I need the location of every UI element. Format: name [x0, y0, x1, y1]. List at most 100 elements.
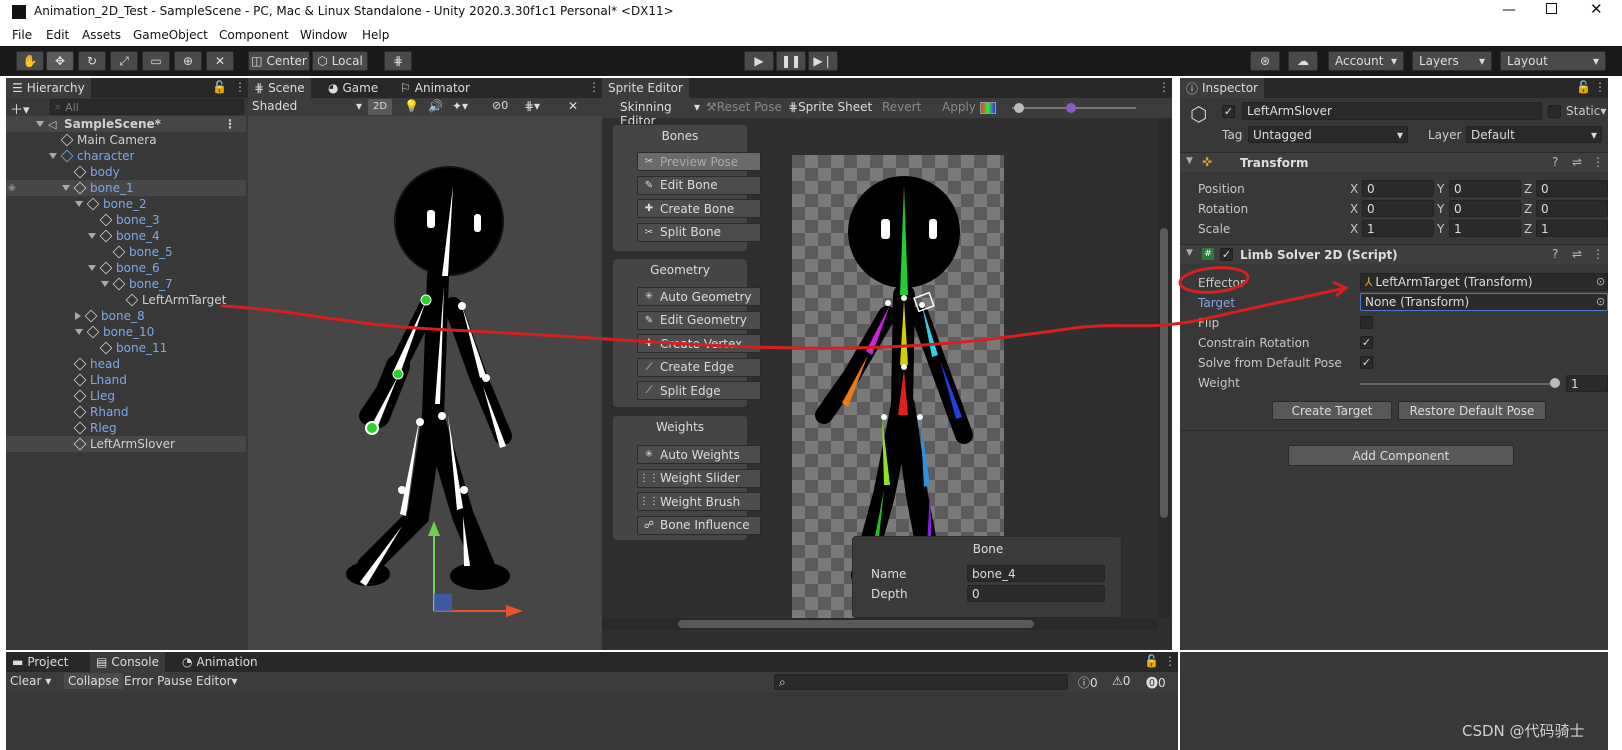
hierarchy-item[interactable]: head [6, 356, 246, 372]
create-target-button[interactable]: Create Target [1272, 401, 1392, 420]
geometry-tool-button[interactable]: ⟋ Create Edge [637, 357, 761, 377]
tab-scene[interactable]: ⋕ Scene [248, 78, 311, 98]
pause-button[interactable]: ❚❚ [776, 51, 806, 71]
menu-assets[interactable]: Assets [82, 28, 121, 42]
weights-tool-button[interactable]: ⋮⋮ Weight Brush [637, 492, 761, 511]
expand-arrow-icon[interactable] [75, 329, 83, 335]
weight-slider-handle[interactable] [1550, 378, 1560, 388]
limb-solver-header[interactable]: ▼ # ✓ Limb Solver 2D (Script) ? ⇌ ⋮ [1180, 244, 1608, 264]
hierarchy-item[interactable]: Lhand [6, 372, 246, 388]
hierarchy-item[interactable]: LeftArmTarget [6, 292, 246, 308]
bones-tool-button[interactable]: ✂ Preview Pose [637, 152, 761, 171]
hierarchy-item[interactable]: bone_1 ◉ [6, 180, 246, 196]
grid-toggle-icon[interactable]: ⋕▾ [524, 99, 540, 113]
tab-animator[interactable]: ⚐ Animator [394, 78, 476, 98]
tab-game[interactable]: ◕ Game [322, 78, 384, 98]
object-picker-icon[interactable]: ⊙ [1596, 275, 1605, 288]
hand-tool-icon[interactable]: ✋ [16, 51, 44, 71]
object-name-input[interactable]: LeftArmSlover [1242, 102, 1542, 120]
maximize-icon[interactable] [1546, 3, 1557, 14]
transform-rot-x-input[interactable]: 0 [1362, 200, 1434, 217]
rotate-tool-icon[interactable]: ↻ [78, 51, 106, 71]
hierarchy-item[interactable]: bone_10 [6, 324, 246, 340]
active-checkbox[interactable]: ✓ [1222, 105, 1235, 118]
bones-tool-button[interactable]: ✂ Split Bone [637, 222, 761, 242]
hierarchy-item[interactable]: Lleg [6, 388, 246, 404]
expand-arrow-icon[interactable] [101, 281, 109, 287]
geometry-tool-button[interactable]: ✚ Create Vertex [637, 334, 761, 353]
custom-tool-icon[interactable]: ✕ [206, 51, 234, 71]
weight-slider[interactable] [1360, 383, 1550, 385]
hierarchy-item[interactable]: Rhand [6, 404, 246, 420]
static-checkbox[interactable] [1548, 105, 1561, 118]
alpha-slider-handle[interactable] [1066, 103, 1076, 113]
static-dropdown[interactable]: Static▾ [1566, 104, 1606, 118]
transform-header[interactable]: ▼ ✜ Transform ? ⇌ ⋮ [1180, 152, 1608, 172]
collapse-toggle[interactable]: Collapse [64, 673, 123, 689]
hierarchy-item[interactable]: bone_11 [6, 340, 246, 356]
expand-arrow-icon[interactable] [62, 185, 70, 191]
close-icon[interactable]: ✕ [1590, 0, 1603, 18]
more-icon[interactable]: ⋮ [1592, 155, 1604, 169]
hierarchy-item[interactable]: bone_7 [6, 276, 246, 292]
move-tool-icon[interactable]: ✥ [46, 51, 74, 71]
bone-name-input[interactable]: bone_4 [967, 565, 1105, 582]
tab-sprite-editor[interactable]: Sprite Editor [602, 78, 689, 98]
zoom-slider-handle[interactable] [1014, 103, 1024, 113]
tab-console[interactable]: ▤ Console [90, 652, 165, 672]
menu-edit[interactable]: Edit [46, 28, 69, 42]
console-search-input[interactable]: ⌕ [774, 674, 1068, 690]
hierarchy-item[interactable]: LeftArmSlover [6, 436, 246, 452]
rect-tool-icon[interactable]: ▭ [142, 51, 170, 71]
grid-snap-icon[interactable]: ⋕ [384, 51, 412, 71]
revert-button[interactable]: Revert [882, 100, 921, 114]
horizontal-scrollbar[interactable] [602, 618, 1158, 630]
tab-inspector[interactable]: ⓘ Inspector [1180, 78, 1264, 98]
effects-icon[interactable]: ✦▾ [452, 99, 468, 113]
menu-file[interactable]: File [12, 28, 32, 42]
horizontal-scrollbar-thumb[interactable] [678, 620, 1034, 628]
tab-project[interactable]: ▬ Project [6, 652, 74, 672]
bone-depth-input[interactable]: 0 [967, 585, 1105, 602]
hierarchy-item[interactable]: body [6, 164, 246, 180]
transform-scl-y-input[interactable]: 1 [1449, 220, 1521, 237]
menu-help[interactable]: Help [362, 28, 389, 42]
tab-animation[interactable]: ◔ Animation [176, 652, 264, 672]
target-field[interactable]: None (Transform) [1360, 293, 1608, 311]
bones-tool-button[interactable]: ✚ Create Bone [637, 199, 761, 218]
bones-tool-button[interactable]: ✎ Edit Bone [637, 175, 761, 195]
preset-icon[interactable]: ⇌ [1572, 155, 1582, 169]
more-icon[interactable]: ⋮ [1164, 654, 1176, 668]
shading-dropdown[interactable]: Shaded ▾ [252, 99, 362, 115]
menu-component[interactable]: Component [219, 28, 289, 42]
weight-input[interactable]: 1 [1566, 375, 1608, 392]
play-button[interactable]: ▶ [744, 51, 774, 71]
transform-pos-x-input[interactable]: 0 [1362, 180, 1434, 197]
cloud-icon[interactable]: ☁ [1288, 51, 1318, 71]
hierarchy-item[interactable]: Main Camera [6, 132, 246, 148]
expand-arrow-icon[interactable] [88, 265, 96, 271]
lock-icon[interactable]: 🔓 [212, 80, 227, 94]
sprite-sheet-button[interactable]: ⋕Sprite Sheet [788, 100, 872, 114]
more-icon[interactable]: ⋮ [224, 117, 236, 131]
hierarchy-item[interactable]: Rleg [6, 420, 246, 436]
object-picker-icon[interactable]: ⊙ [1596, 295, 1605, 308]
hierarchy-item[interactable]: bone_8 [6, 308, 246, 324]
error-count[interactable]: ⓿0 [1146, 674, 1166, 691]
geometry-tool-button[interactable]: ⟋ Split Edge [637, 381, 761, 400]
foldout-icon[interactable]: ▼ [1186, 248, 1193, 258]
geometry-tool-button[interactable]: ✳ Auto Geometry [637, 287, 761, 306]
pivot-center-button[interactable]: ◫ Center [248, 51, 310, 71]
hierarchy-item[interactable]: bone_4 [6, 228, 246, 244]
layers-dropdown[interactable]: Layers ▾ [1412, 51, 1492, 71]
minimize-icon[interactable]: — [1502, 2, 1516, 18]
hierarchy-search-input[interactable]: ⌕ All [50, 99, 244, 115]
expand-arrow-icon[interactable] [88, 233, 96, 239]
restore-default-pose-button[interactable]: Restore Default Pose [1398, 401, 1546, 420]
weights-tool-button[interactable]: ⋮⋮ Weight Slider [637, 468, 761, 488]
hierarchy-item[interactable]: character [6, 148, 246, 164]
solve-default-checkbox[interactable]: ✓ [1360, 356, 1373, 369]
transform-scl-z-input[interactable]: 1 [1536, 220, 1608, 237]
add-component-button[interactable]: Add Component [1288, 445, 1514, 466]
mode-2d-toggle[interactable]: 2D [368, 99, 392, 115]
